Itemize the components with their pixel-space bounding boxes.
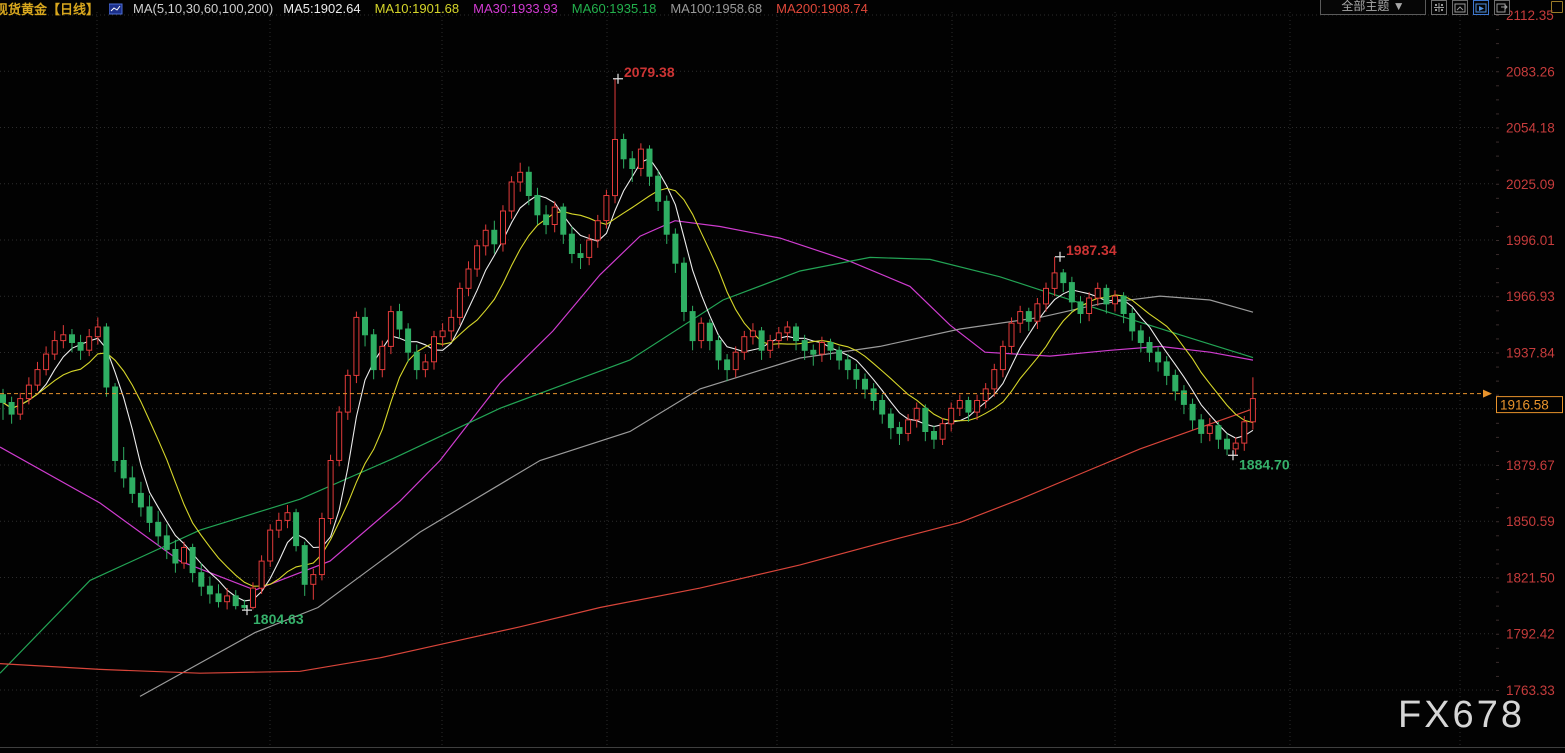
y-axis-label: 1966.93 (1506, 289, 1555, 304)
svg-text:1884.70: 1884.70 (1239, 456, 1290, 472)
svg-text:2079.38: 2079.38 (624, 64, 675, 80)
y-axis-label: 2025.09 (1506, 177, 1555, 192)
y-axis-label: 1937.84 (1506, 346, 1555, 361)
ma-value: MA60:1935.18 (572, 1, 657, 16)
ma-value: MA10:1901.68 (375, 1, 460, 16)
svg-text:1987.34: 1987.34 (1066, 242, 1117, 258)
symbol-title: 现货黄金【日线】 (0, 0, 99, 18)
chevron-down-icon: ▼ (1393, 0, 1405, 13)
candlestick-mini-icon (109, 3, 123, 15)
y-axis-label: 1821.50 (1506, 571, 1555, 586)
screenshot-icon[interactable] (1494, 0, 1510, 15)
candlestick-chart[interactable]: 1916.58 2112.35 2083.26 2054.18 2025.09 1996.… (0, 0, 1565, 753)
y-axis-label: 1850.59 (1506, 514, 1555, 529)
corner-badge-icon[interactable] (1551, 1, 1563, 13)
y-axis-label: 1792.42 (1506, 627, 1555, 642)
theme-dropdown[interactable]: 全部主题 ▼ (1320, 0, 1426, 15)
y-axis-label: 1879.67 (1506, 458, 1555, 473)
ma-value: MA200:1908.74 (776, 1, 868, 16)
ma-values-row: MA5:1902.64 MA10:1901.68 MA30:1933.93 MA60:… (283, 1, 868, 16)
svg-text:1916.58: 1916.58 (1500, 398, 1549, 413)
ma-value: MA5:1902.64 (283, 1, 360, 16)
y-axis-label: 2112.35 (1506, 8, 1554, 23)
watermark: FX678 (1398, 694, 1525, 737)
scroll-to-latest-icon[interactable] (1473, 0, 1489, 15)
svg-text:1804.63: 1804.63 (253, 611, 304, 627)
ma-params-label: MA(5,10,30,60,100,200) (133, 1, 273, 16)
trading-chart-screen: 1916.58 2112.35 2083.26 2054.18 2025.09 1996.… (0, 0, 1565, 753)
y-axis-label: 1996.01 (1506, 233, 1555, 248)
chart-header: 现货黄金【日线】 MA(5,10,30,60,100,200) MA5:1902… (0, 0, 1330, 17)
ma-value: MA100:1958.68 (670, 1, 762, 16)
current-price-label: 1916.58 (1497, 397, 1563, 413)
ma-value: MA30:1933.93 (473, 1, 558, 16)
fit-chart-icon[interactable] (1452, 0, 1468, 15)
crosshair-icon[interactable] (1431, 0, 1447, 15)
y-axis-label: 2083.26 (1506, 64, 1555, 79)
y-axis-label: 2054.18 (1506, 121, 1555, 136)
chart-toolbar: 全部主题 ▼ (1320, 0, 1510, 15)
theme-dropdown-label: 全部主题 (1341, 0, 1389, 13)
